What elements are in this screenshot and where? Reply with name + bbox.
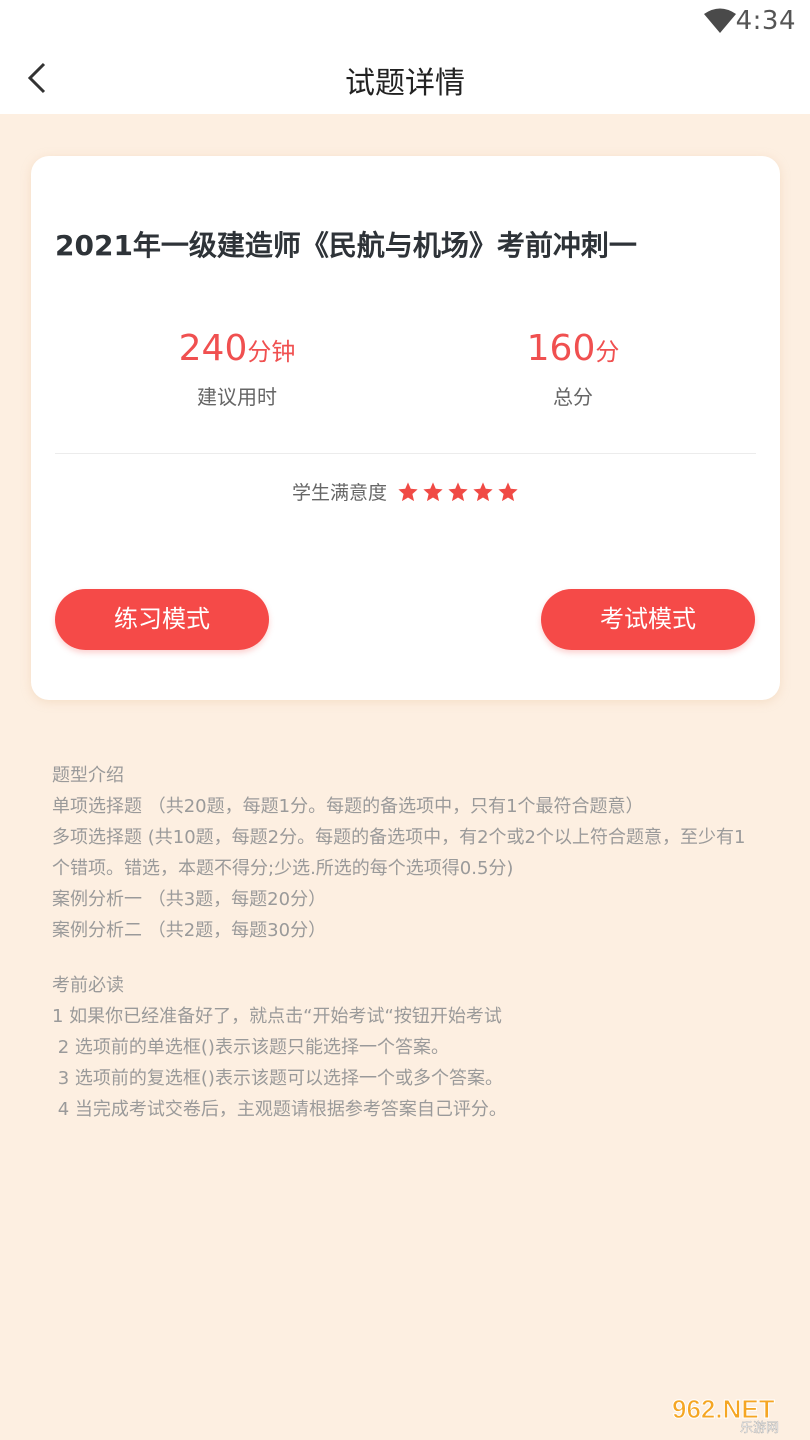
question-types-section: 题型介绍 单项选择题 （共20题，每题1分。每题的备选项中，只有1个最符合题意）… [52,760,762,946]
suggested-time-value: 240 [178,328,248,369]
question-types-title: 题型介绍 [52,765,124,786]
total-score-label: 总分 [553,385,593,409]
exam-note-item: 4 当完成考试交卷后，主观题请根据参考答案自己评分。 [52,1099,507,1120]
total-score-value: 160 [526,328,596,369]
wifi-icon [704,8,736,33]
status-bar: 4:34 [0,0,810,44]
star-icon [473,481,493,501]
suggested-time-stat: 240分钟 建议用时 [107,328,367,410]
total-score-unit: 分 [595,338,620,366]
exam-note-item: 3 选项前的复选框()表示该题可以选择一个或多个答案。 [52,1068,503,1089]
star-icon [498,481,518,501]
exam-note-item: 2 选项前的单选框()表示该题只能选择一个答案。 [52,1037,449,1058]
watermark-subtext: 乐游网 [740,1420,779,1434]
practice-mode-button[interactable]: 练习模式 [55,589,269,650]
page-title: 试题详情 [345,66,465,101]
exam-notes-section: 考前必读 1 如果你已经准备好了，就点击“开始考试“按钮开始考试 2 选项前的单… [52,970,762,1125]
status-time: 4:34 [735,6,796,36]
star-icon [448,481,468,501]
header: 试题详情 [0,44,810,114]
question-type-item: 案例分析一 （共3题，每题20分） [52,889,327,910]
suggested-time-unit: 分钟 [247,338,296,366]
divider [55,453,756,454]
star-icon [398,481,418,501]
satisfaction-rating: 学生满意度 [31,478,780,505]
total-score-stat: 160分 总分 [443,328,703,410]
question-type-item: 多项选择题 (共10题，每题2分。每题的备选项中，有2个或2个以上符合题意，至少… [52,827,746,879]
satisfaction-label: 学生满意度 [291,482,387,504]
watermark-logo: 962.NET 乐游网 [672,1394,780,1435]
exam-notes-title: 考前必读 [52,975,124,996]
star-rating [397,481,519,503]
suggested-time-label: 建议用时 [197,385,277,409]
exam-title: 2021年一级建造师《民航与机场》考前冲刺一 [55,229,637,262]
exam-mode-button[interactable]: 考试模式 [541,589,755,650]
question-type-item: 案例分析二 （共2题，每题30分） [52,920,327,941]
star-icon [423,481,443,501]
exam-note-item: 1 如果你已经准备好了，就点击“开始考试“按钮开始考试 [52,1006,502,1027]
exam-card: 2021年一级建造师《民航与机场》考前冲刺一 240分钟 建议用时 160分 总… [31,156,780,700]
question-type-item: 单项选择题 （共20题，每题1分。每题的备选项中，只有1个最符合题意） [52,796,644,817]
